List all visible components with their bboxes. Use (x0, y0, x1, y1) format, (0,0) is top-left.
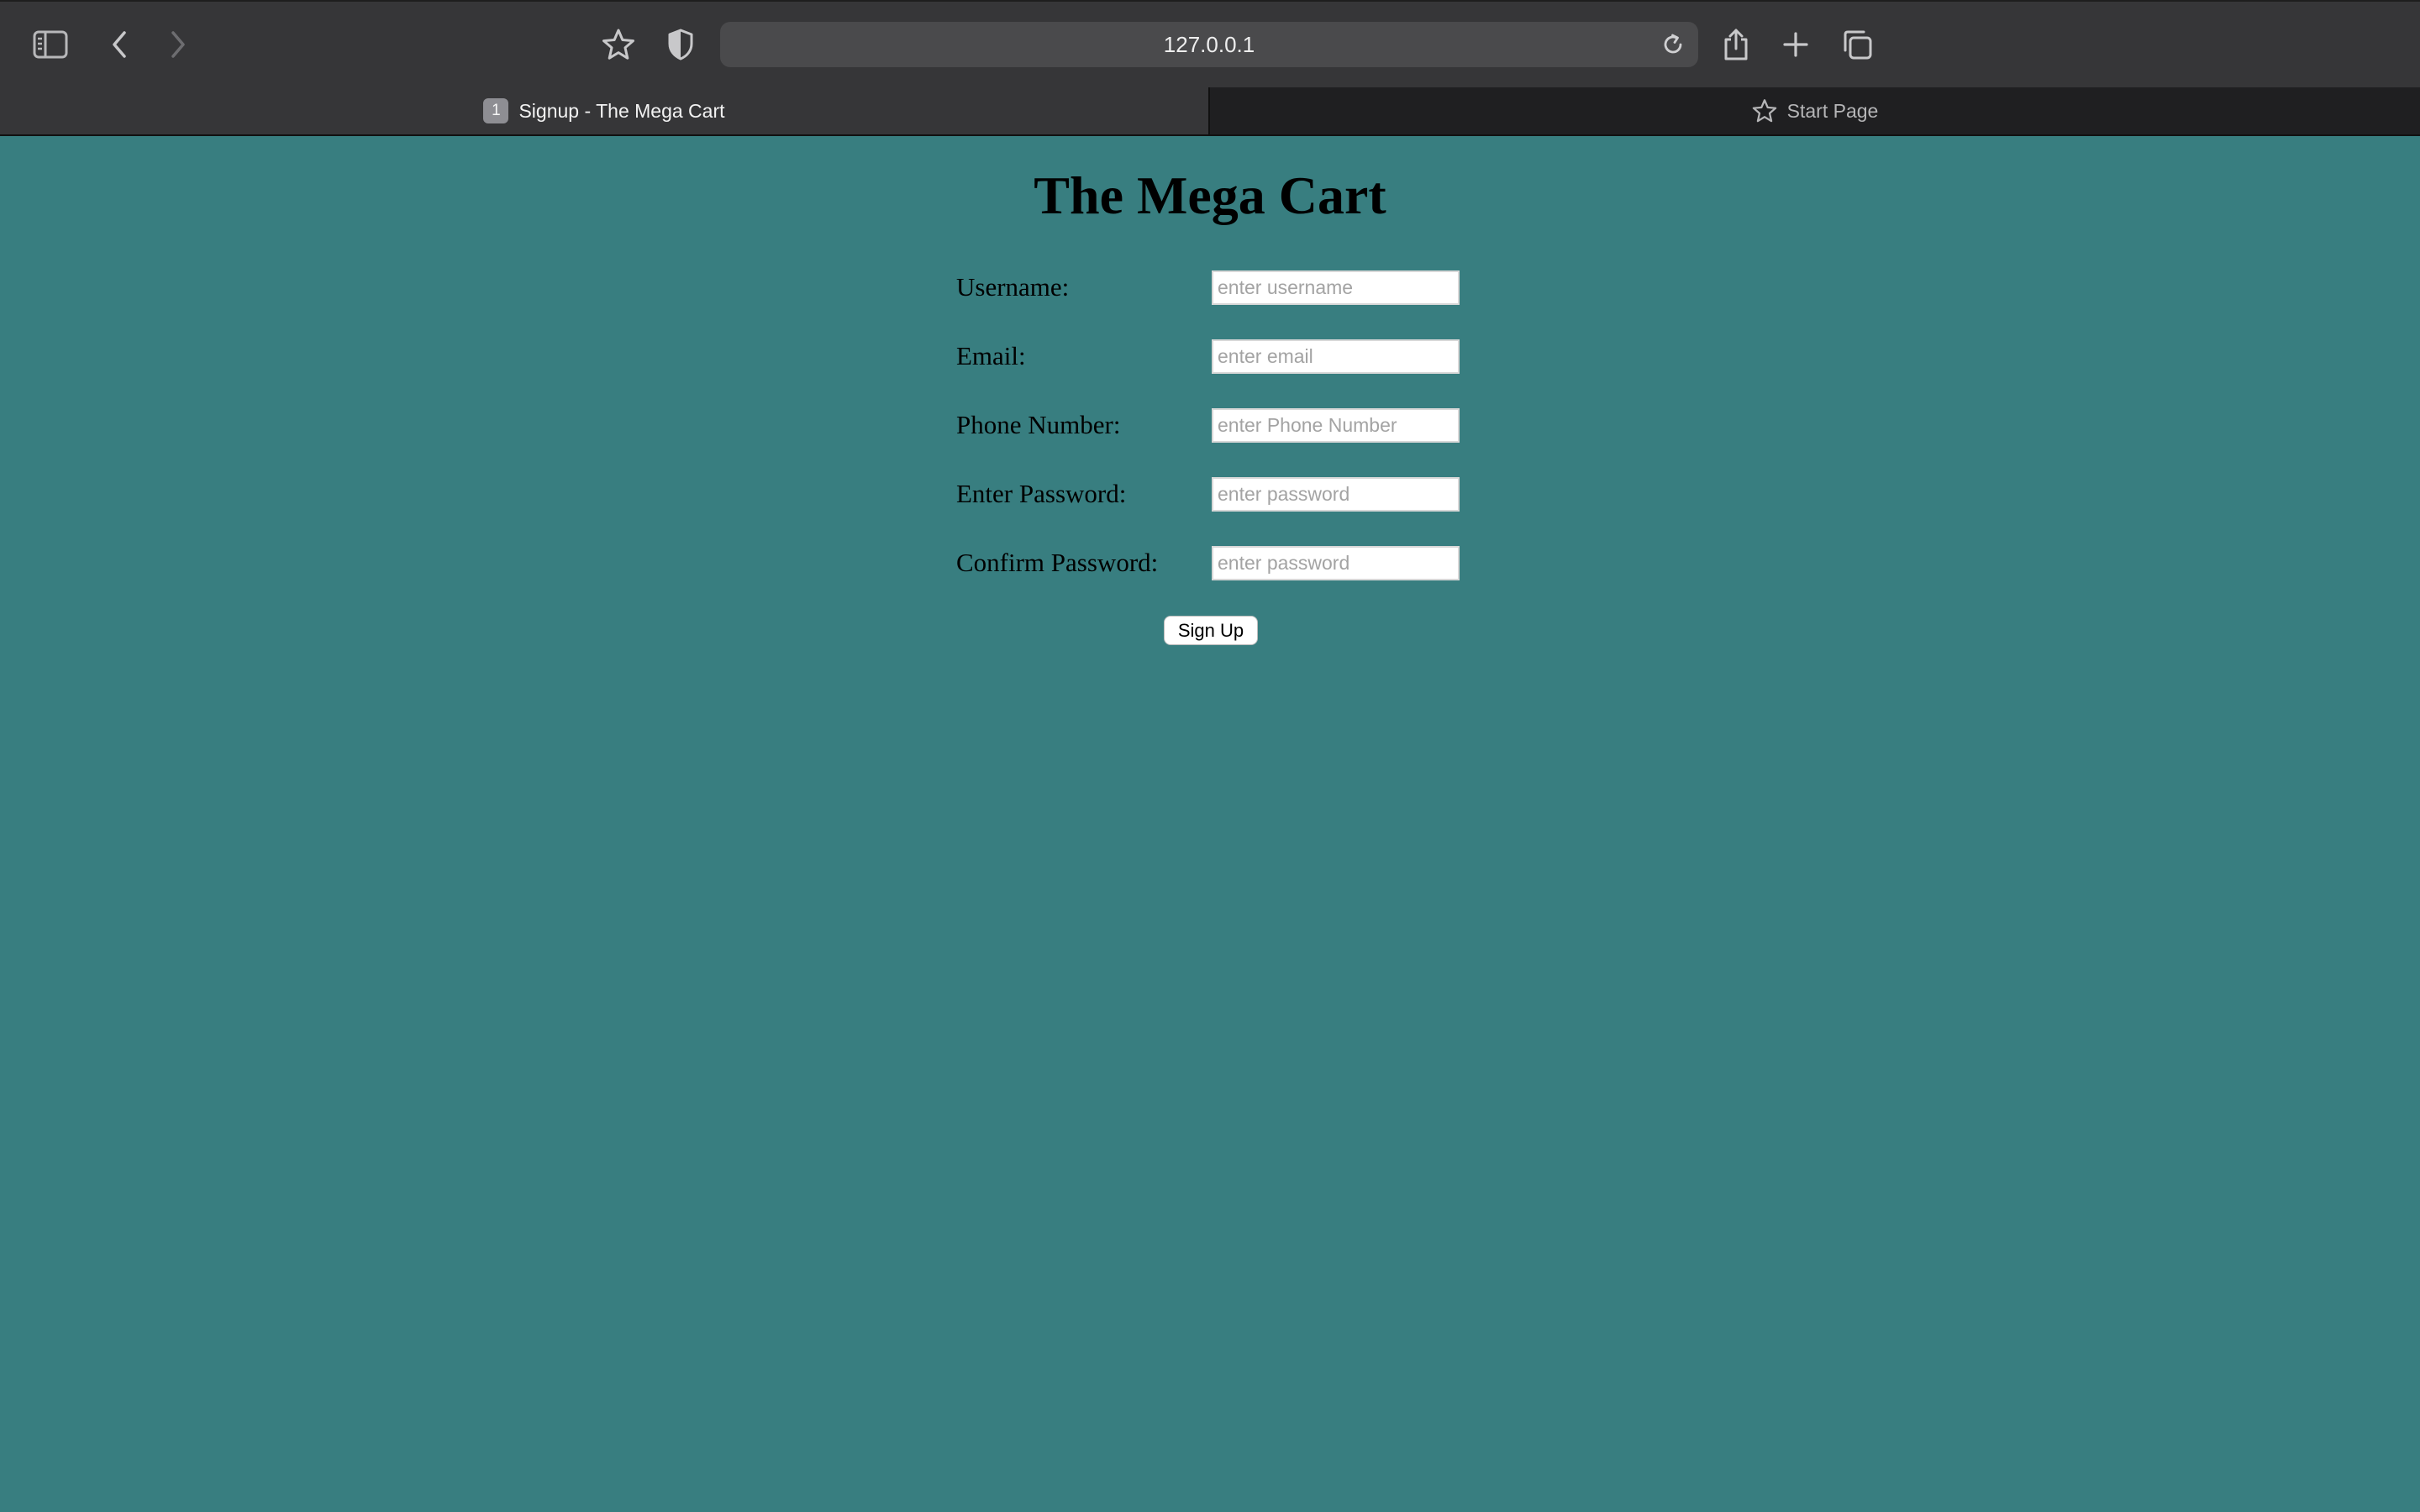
page-title: The Mega Cart (1034, 165, 1386, 225)
tab-overview-button[interactable] (1833, 21, 1881, 68)
phone-number-input[interactable] (1212, 408, 1460, 443)
back-icon (113, 31, 126, 58)
tabs-overview-icon (1844, 30, 1872, 60)
confirm-password-label: Confirm Password: (956, 548, 1159, 577)
username-label: Username: (956, 272, 1070, 302)
star-icon (1752, 98, 1777, 123)
share-button[interactable] (1712, 21, 1760, 68)
tab-bar: 1 Signup - The Mega Cart Start Page (0, 87, 2420, 136)
sidebar-toggle-button[interactable] (27, 21, 74, 68)
tab-label: Signup - The Mega Cart (518, 99, 725, 122)
sign-up-button[interactable]: Sign Up (1164, 616, 1258, 645)
shield-icon (668, 29, 693, 60)
confirm-password-input[interactable] (1212, 546, 1460, 580)
tab-start-page[interactable]: Start Page (1210, 87, 2420, 134)
email-label: Email: (956, 341, 1026, 370)
sidebar-icon (33, 30, 68, 59)
bookmark-button[interactable] (595, 21, 642, 68)
share-icon (1724, 29, 1748, 60)
email-input[interactable] (1212, 339, 1460, 374)
new-tab-button[interactable] (1772, 21, 1819, 68)
tab-number-badge: 1 (483, 98, 509, 123)
reload-icon (1664, 34, 1682, 54)
browser-toolbar: 127.0.0.1 (0, 0, 2420, 87)
url-text: 127.0.0.1 (1163, 31, 1255, 57)
phone-number-label: Phone Number: (956, 410, 1121, 439)
password-input[interactable] (1212, 477, 1460, 512)
star-icon (602, 29, 634, 60)
password-label: Enter Password: (956, 479, 1127, 508)
forward-button[interactable] (155, 21, 202, 68)
username-input[interactable] (1212, 270, 1460, 305)
reload-button[interactable] (1658, 29, 1688, 60)
plus-icon (1783, 32, 1808, 57)
tab-label: Start Page (1786, 99, 1879, 122)
tab-signup[interactable]: 1 Signup - The Mega Cart (0, 87, 1210, 134)
privacy-report-button[interactable] (657, 21, 704, 68)
address-bar[interactable]: 127.0.0.1 (720, 22, 1698, 67)
back-button[interactable] (96, 21, 143, 68)
forward-icon (171, 31, 185, 58)
